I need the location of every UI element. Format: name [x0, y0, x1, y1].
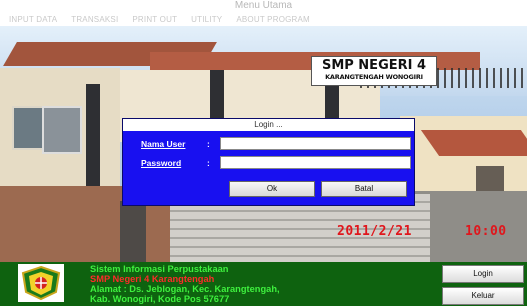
- ok-button[interactable]: Ok: [229, 181, 315, 197]
- time-display: 10:00: [465, 224, 507, 239]
- menu-print-out[interactable]: PRINT OUT: [132, 14, 177, 26]
- title-bar: Menu Utama: [0, 0, 527, 13]
- password-label-text: Password: [141, 158, 182, 168]
- window: [42, 106, 82, 154]
- window-title: Menu Utama: [234, 0, 293, 11]
- username-input[interactable]: [220, 137, 411, 150]
- login-button[interactable]: Login: [442, 265, 524, 283]
- menu-input-data[interactable]: INPUT DATA: [9, 14, 57, 26]
- footer-school-name: SMP Negeri 4 Karangtengah: [90, 274, 215, 284]
- menu-transaksi[interactable]: TRANSAKSI: [71, 14, 118, 26]
- footer-info: Sistem Informasi Perpustakaan SMP Negeri…: [90, 264, 280, 304]
- window: [12, 106, 44, 150]
- roof-right: [420, 130, 527, 156]
- school-sign-location: KARANGTENGAH WONOGIRI: [325, 73, 423, 81]
- cancel-button[interactable]: Batal: [321, 181, 407, 197]
- school-sign-name: SMP NEGERI 4: [321, 58, 427, 73]
- footer-app-name: Sistem Informasi Perpustakaan: [90, 264, 229, 274]
- login-dialog-title: Login ...: [123, 119, 414, 131]
- school-sign: SMP NEGERI 4 KARANGTENGAH WONOGIRI: [311, 56, 437, 86]
- username-colon: :: [207, 139, 210, 149]
- password-colon: :: [207, 158, 210, 168]
- menu-about-program[interactable]: ABOUT PROGRAM: [236, 14, 310, 26]
- password-input[interactable]: [220, 156, 411, 169]
- username-label-text: Nama User: [141, 139, 186, 149]
- username-label: Nama User: [141, 139, 185, 149]
- gate-pillar: [120, 201, 146, 262]
- footer-address-2: Kab. Wonogiri, Kode Pos 57677: [90, 294, 230, 304]
- exit-button[interactable]: Keluar: [442, 287, 524, 305]
- menu-utility[interactable]: UTILITY: [191, 14, 222, 26]
- password-label: Password: [141, 158, 181, 168]
- footer-address-1: Alamat : Ds. Jeblogan, Kec. Karangtengah…: [90, 284, 280, 294]
- school-emblem-icon: [18, 264, 64, 302]
- pillar: [86, 84, 100, 194]
- menu-bar: INPUT DATA TRANSAKSI PRINT OUT UTILITY A…: [0, 13, 527, 26]
- date-display: 2011/2/21: [337, 224, 412, 239]
- login-dialog: Login ... Nama User : Password : Ok Bata…: [122, 118, 415, 206]
